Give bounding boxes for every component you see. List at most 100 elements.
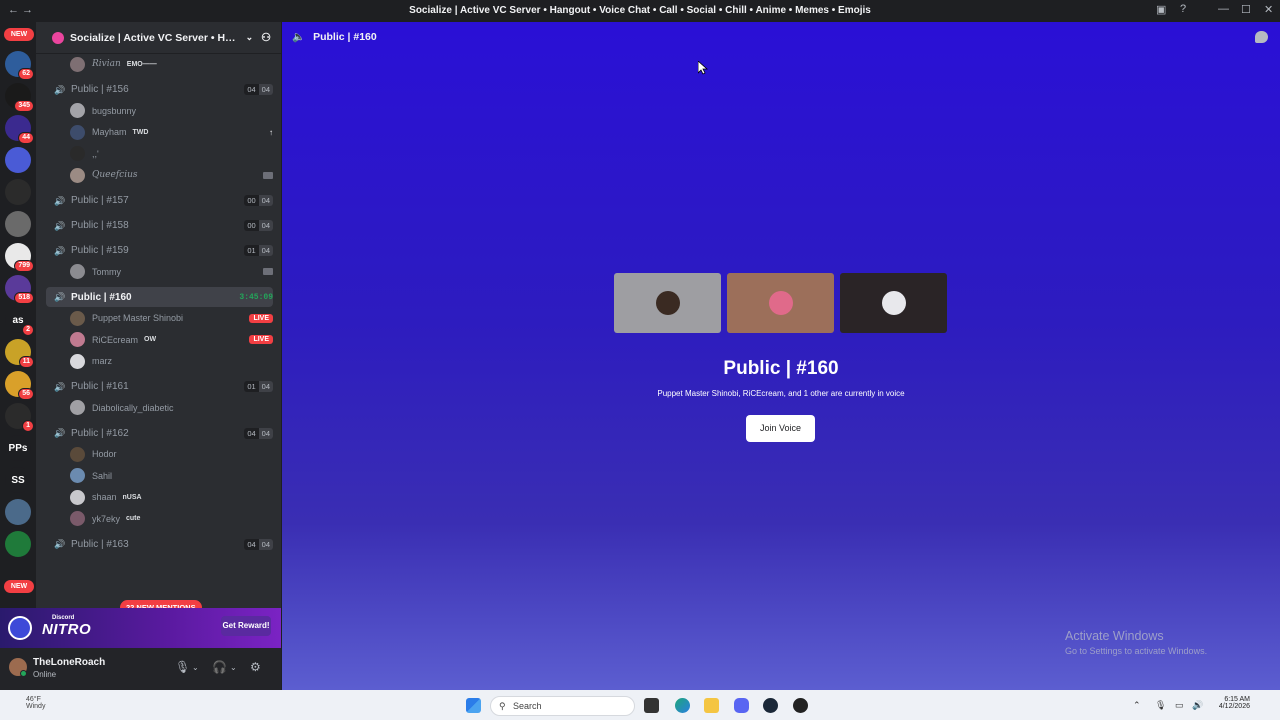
user-count-limit: 04: [258, 427, 273, 439]
inbox-icon[interactable]: ▣: [1156, 3, 1166, 16]
server-icon[interactable]: [5, 147, 31, 173]
voice-member[interactable]: Mayham TWD ↑: [46, 122, 273, 142]
server-icon[interactable]: 56: [5, 371, 34, 400]
channel-user-count: 00 04: [244, 220, 273, 231]
server-icon[interactable]: 799: [5, 243, 34, 272]
server-icon[interactable]: [5, 499, 31, 525]
minimize-button[interactable]: —: [1218, 3, 1229, 15]
voice-member[interactable]: ,,': [46, 144, 273, 164]
username: TheLoneRoach: [33, 657, 106, 668]
voice-member[interactable]: shaan nUSA: [46, 487, 273, 507]
channel-user-count: 04 04: [244, 84, 273, 95]
taskbar-search[interactable]: ⚲ Search: [490, 696, 635, 716]
voice-channel[interactable]: 🔊 Public | #159 01 04: [46, 241, 273, 261]
start-icon[interactable]: [466, 698, 481, 713]
server-icon[interactable]: 62: [5, 51, 34, 80]
user-count-current: 00: [244, 220, 259, 231]
invite-icon[interactable]: ⚇: [261, 31, 271, 44]
headphones-icon[interactable]: 🎧: [212, 660, 227, 674]
server-icon[interactable]: [5, 211, 31, 237]
get-reward-button[interactable]: Get Reward!: [221, 616, 271, 636]
voice-channel[interactable]: 🔊 Public | #163 04 04: [46, 534, 273, 554]
member-tag: TWD: [132, 128, 149, 136]
voice-channel[interactable]: 🔊 Public | #157 00 04: [46, 191, 273, 211]
voice-participant-tile[interactable]: [614, 273, 721, 333]
server-icon[interactable]: [5, 179, 31, 205]
voice-member[interactable]: Puppet Master Shinobi LIVE: [46, 308, 273, 328]
server-icon[interactable]: PPs: [5, 435, 31, 461]
voice-member[interactable]: Rivian EMO——: [46, 54, 273, 74]
voice-member[interactable]: RiCEcream OW LIVE: [46, 330, 273, 350]
avatar: [70, 332, 85, 347]
member-name: Sahil: [92, 470, 113, 481]
weather-temp: 46°F: [26, 696, 41, 703]
voice-participant-tile[interactable]: [727, 273, 834, 333]
server-icon[interactable]: 345: [5, 83, 34, 112]
maximize-button[interactable]: ☐: [1241, 3, 1251, 16]
user-count-current: 01: [244, 245, 259, 256]
avatar: [881, 291, 906, 315]
server-icon[interactable]: 44: [5, 115, 34, 144]
file-explorer-icon[interactable]: [704, 698, 719, 713]
voice-channel-name: Public | #157: [71, 195, 129, 206]
voice-member[interactable]: Sahil: [46, 466, 273, 486]
close-button[interactable]: ✕: [1264, 3, 1273, 16]
task-view-icon[interactable]: [644, 698, 659, 713]
server-mention-badge: 345: [14, 100, 34, 112]
edge-icon[interactable]: [675, 698, 690, 713]
voice-member[interactable]: marz: [46, 351, 273, 371]
speaker-icon: 🔊: [54, 539, 66, 549]
voice-participant-tile[interactable]: [840, 273, 947, 333]
gear-icon[interactable]: ⚙: [250, 660, 261, 674]
voice-member[interactable]: Hodor: [46, 444, 273, 464]
server-icon[interactable]: as 2: [5, 307, 34, 336]
server-header[interactable]: Socialize | Active VC Server • Han... ⌄ …: [36, 22, 281, 54]
app-icon[interactable]: [793, 698, 808, 713]
voice-channel-name: Public | #158: [71, 220, 129, 231]
server-icon[interactable]: [5, 531, 31, 557]
microphone-icon[interactable]: 🎙: [175, 660, 190, 674]
voice-channel[interactable]: 🔊 Public | #160 3:45:09: [46, 287, 273, 307]
network-icon[interactable]: ▭: [1175, 700, 1184, 711]
server-icon[interactable]: 11: [5, 339, 34, 368]
avatar: [70, 353, 85, 369]
avatar: [768, 291, 793, 315]
speaker-icon: 🔊: [54, 195, 66, 206]
avatar: [70, 103, 85, 118]
new-servers-pill[interactable]: NEW: [4, 28, 34, 41]
server-icon[interactable]: 1: [5, 403, 34, 432]
chevron-down-icon[interactable]: ⌄: [192, 663, 199, 672]
discord-icon[interactable]: [734, 698, 749, 713]
member-tag: nUSA: [122, 493, 142, 501]
steam-icon[interactable]: [763, 698, 778, 713]
channel-user-count: 01 04: [244, 381, 273, 392]
member-tag: OW: [144, 336, 157, 343]
voice-channel[interactable]: 🔊 Public | #156 04 04: [46, 80, 273, 100]
new-servers-pill[interactable]: NEW: [4, 580, 34, 593]
volume-icon[interactable]: 🔊: [1192, 700, 1203, 711]
voice-member[interactable]: yk7eky cute: [46, 509, 273, 529]
system-clock[interactable]: 6:15 AM 4/12/2026: [1219, 696, 1250, 710]
voice-member[interactable]: bugsbunny: [46, 101, 273, 121]
channel-user-count: 04 04: [244, 538, 273, 550]
voice-channel-name: Public | #159: [71, 245, 129, 256]
voice-member[interactable]: Queefcius: [46, 165, 273, 185]
voice-member[interactable]: Tommy: [46, 262, 273, 282]
voice-channel[interactable]: 🔊 Public | #161 01 04: [46, 377, 273, 397]
voice-channel[interactable]: 🔊 Public | #162 04 04: [46, 423, 273, 443]
weather-widget[interactable]: 46°F Windy: [8, 696, 45, 710]
help-icon[interactable]: ?: [1180, 3, 1186, 15]
server-mention-badge: 11: [18, 356, 34, 368]
chevron-up-icon[interactable]: ⌃: [1133, 700, 1141, 711]
chevron-down-icon[interactable]: ⌄: [230, 663, 237, 672]
voice-channel[interactable]: 🔊 Public | #158 00 04: [46, 216, 273, 236]
speaker-icon: 🔊: [54, 292, 66, 302]
server-icon[interactable]: SS: [5, 467, 31, 493]
server-icon[interactable]: 518: [5, 275, 34, 304]
microphone-icon[interactable]: 🎙: [1155, 700, 1166, 711]
chat-bubble-icon[interactable]: [1255, 31, 1268, 43]
user-count-current: 04: [244, 84, 259, 95]
server-initials: as: [12, 314, 24, 326]
join-voice-button[interactable]: Join Voice: [746, 415, 815, 442]
voice-member[interactable]: Diabolically_diabetic: [46, 398, 273, 418]
